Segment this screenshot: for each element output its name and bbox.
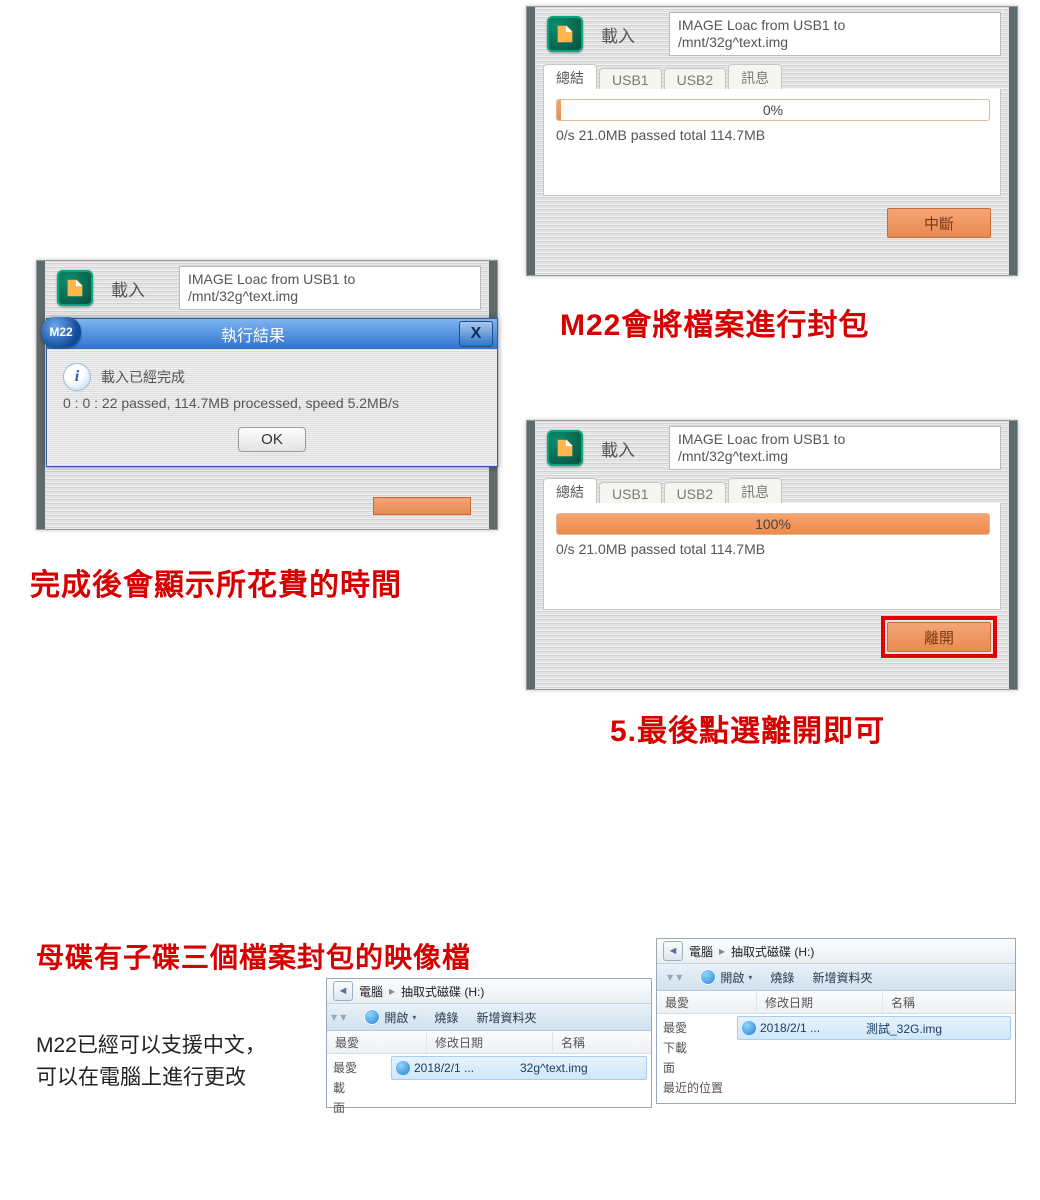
info-icon: i [63,363,91,391]
modal-line1: 載入已經完成 [101,367,185,387]
caption-packaging: M22會將檔案進行封包 [560,300,869,344]
app-icon [547,430,583,466]
tab-messages[interactable]: 訊息 [728,64,782,89]
caption-step5: 5.最後點選離開即可 [610,706,885,750]
app-icon [547,16,583,52]
toolbar-burn[interactable]: 燒錄 [770,969,794,986]
chevron-down-icon: ▾ [412,1013,416,1022]
path-box: IMAGE Loac from USB1 to /mnt/32g^text.im… [669,426,1001,470]
leave-button-highlight: 離開 [881,616,997,658]
explorer-left: ◄ 電腦 ▸ 抽取式磁碟 (H:) ▾ ▾ 開啟 ▾ 燒錄 新增資料夾 最愛 修… [326,978,652,1108]
toolbar: ▾ ▾ 開啟 ▾ 燒錄 新增資料夾 [327,1004,651,1031]
toolbar-open[interactable]: 開啟 ▾ [700,969,752,986]
nav-back-icon[interactable]: ◄ [333,981,353,1001]
tab-summary[interactable]: 總結 [543,478,597,503]
chevron-right-icon: ▸ [389,984,395,998]
progress-percent: 100% [557,514,989,534]
toolbar-burn[interactable]: 燒錄 [434,1009,458,1026]
open-icon [700,969,716,985]
caption-time-spent: 完成後會顯示所花費的時間 [30,560,402,604]
tab-body: 100% 0/s 21.0MB passed total 114.7MB [543,503,1001,610]
file-name: 32g^text.img [520,1061,642,1075]
ok-button[interactable]: OK [238,427,306,452]
window-title: 載入 [601,436,651,461]
tab-usb2[interactable]: USB2 [664,482,727,503]
col-date[interactable]: 修改日期 [427,1031,553,1053]
side-pane: 最愛 載 面 [327,1054,387,1122]
tab-strip: 總結 USB1 USB2 訊息 [527,475,1017,503]
col-name[interactable]: 名稱 [883,991,1015,1013]
breadcrumb[interactable]: 抽取式磁碟 (H:) [401,983,484,1000]
explorer-right: ◄ 電腦 ▸ 抽取式磁碟 (H:) ▾ ▾ 開啟 ▾ 燒錄 新增資料夾 最愛 修… [656,938,1016,1104]
breadcrumb[interactable]: 電腦 [359,983,383,1000]
chevron-right-icon: ▸ [719,944,725,958]
window-title: 載入 [111,276,161,301]
tab-strip: 總結 USB1 USB2 訊息 [527,61,1017,89]
file-date: 2018/2/1 ... [760,1021,820,1035]
col-name[interactable]: 名稱 [553,1031,651,1053]
modal-title: 執行結果 [47,322,459,346]
file-row[interactable]: 2018/2/1 ... 測試_32G.img [737,1016,1011,1040]
caption-master-child: 母碟有子碟三個檔案封包的映像檔 [36,936,471,976]
file-icon [742,1021,756,1035]
tab-usb2[interactable]: USB2 [664,68,727,89]
note-chinese-support: M22已經可以支援中文， 可以在電腦上進行更改 [36,1030,266,1093]
result-modal: M22 執行結果 X i 載入已經完成 0 : 0 : 22 passed, 1… [46,318,498,467]
tab-summary[interactable]: 總結 [543,64,597,89]
column-headers: 最愛 修改日期 名稱 [657,991,1015,1014]
col-fav[interactable]: 最愛 [657,991,757,1013]
loader-window-100pct: 載入 IMAGE Loac from USB1 to /mnt/32g^text… [526,420,1018,690]
address-bar[interactable]: ◄ 電腦 ▸ 抽取式磁碟 (H:) [327,979,651,1004]
toolbar-open[interactable]: 開啟 ▾ [364,1009,416,1026]
toolbar: ▾ ▾ 開啟 ▾ 燒錄 新增資料夾 [657,964,1015,991]
hidden-button-fragment [373,497,471,515]
leave-button[interactable]: 離開 [887,622,991,652]
path-box: IMAGE Loac from USB1 to /mnt/32g^text.im… [669,12,1001,56]
file-name: 測試_32G.img [866,1020,1006,1037]
file-date: 2018/2/1 ... [414,1061,474,1075]
modal-close-button[interactable]: X [459,321,493,347]
progress-percent: 0% [557,100,989,120]
file-icon [396,1061,410,1075]
nav-back-icon[interactable]: ◄ [663,941,683,961]
breadcrumb[interactable]: 電腦 [689,943,713,960]
tab-usb1[interactable]: USB1 [599,68,662,89]
window-title: 載入 [601,22,651,47]
tab-usb1[interactable]: USB1 [599,482,662,503]
loader-window-0pct: 載入 IMAGE Loac from USB1 to /mnt/32g^text… [526,6,1018,276]
tab-messages[interactable]: 訊息 [728,478,782,503]
file-row[interactable]: 2018/2/1 ... 32g^text.img [391,1056,647,1080]
progress-bar: 100% [556,513,990,535]
chevron-down-icon: ▾ [748,973,752,982]
column-headers: 最愛 修改日期 名稱 [327,1031,651,1054]
open-icon [364,1009,380,1025]
address-bar[interactable]: ◄ 電腦 ▸ 抽取式磁碟 (H:) [657,939,1015,964]
app-icon [57,270,93,306]
col-date[interactable]: 修改日期 [757,991,883,1013]
tab-body: 0% 0/s 21.0MB passed total 114.7MB [543,89,1001,196]
path-box: IMAGE Loac from USB1 to /mnt/32g^text.im… [179,266,481,310]
m22-badge: M22 [41,317,81,347]
toolbar-new-folder[interactable]: 新增資料夾 [476,1009,536,1026]
abort-button[interactable]: 中斷 [887,208,991,238]
progress-stats: 0/s 21.0MB passed total 114.7MB [556,541,988,557]
toolbar-new-folder[interactable]: 新增資料夾 [812,969,872,986]
side-pane: 最愛 下載 面 最近的位置 [657,1014,733,1102]
col-fav[interactable]: 最愛 [327,1031,427,1053]
progress-bar: 0% [556,99,990,121]
progress-stats: 0/s 21.0MB passed total 114.7MB [556,127,988,143]
breadcrumb[interactable]: 抽取式磁碟 (H:) [731,943,814,960]
modal-line2: 0 : 0 : 22 passed, 114.7MB processed, sp… [63,395,483,411]
